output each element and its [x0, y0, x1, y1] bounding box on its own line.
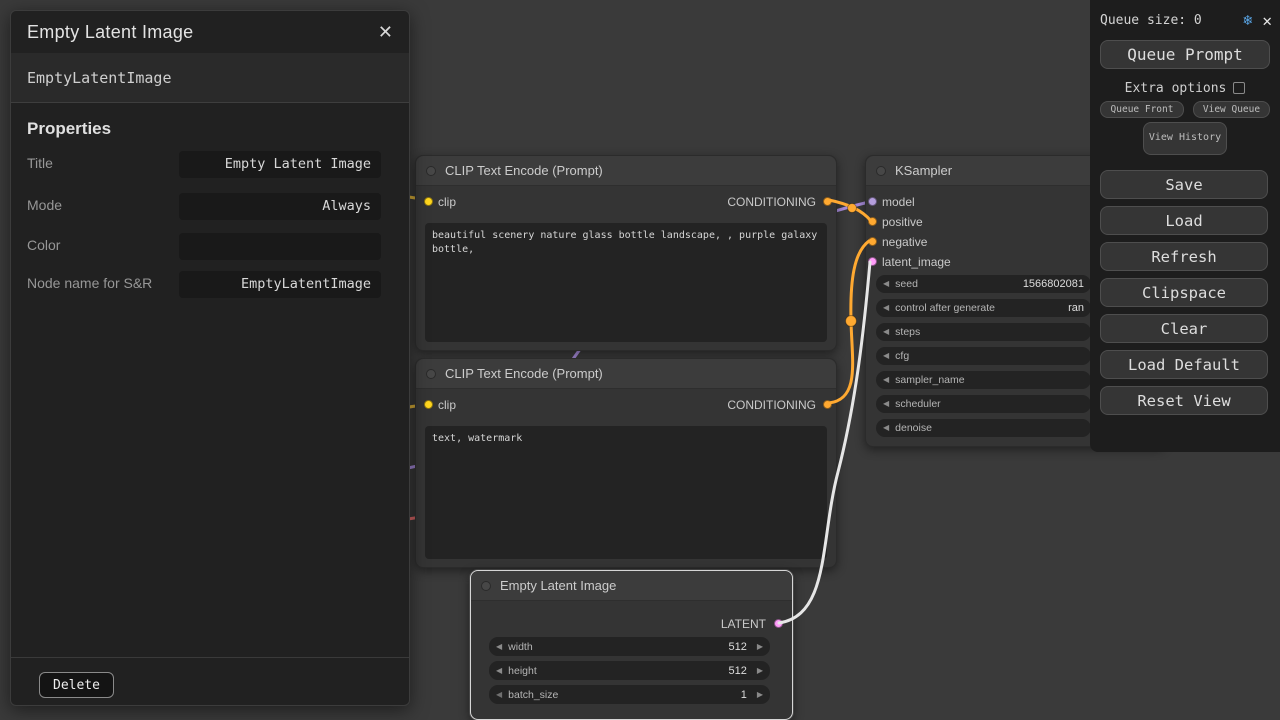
- model-input-slot[interactable]: [868, 197, 877, 206]
- view-queue-button[interactable]: View Queue: [1193, 101, 1270, 118]
- node-title: KSampler: [895, 163, 952, 178]
- node-header[interactable]: CLIP Text Encode (Prompt): [416, 359, 836, 389]
- arrow-left-icon[interactable]: ◀: [496, 691, 502, 699]
- collapse-dot-icon[interactable]: [426, 369, 436, 379]
- queue-front-button[interactable]: Queue Front: [1100, 101, 1184, 118]
- node-title: CLIP Text Encode (Prompt): [445, 163, 603, 178]
- arrow-left-icon[interactable]: ◀: [883, 304, 889, 312]
- arrow-left-icon[interactable]: ◀: [496, 643, 502, 651]
- arrow-left-icon[interactable]: ◀: [883, 424, 889, 432]
- seed-widget[interactable]: ◀ seed 1566802081: [876, 275, 1091, 293]
- width-widget[interactable]: ◀ width 512 ▶: [489, 637, 770, 656]
- properties-panel: Empty Latent Image ✕ EmptyLatentImage Pr…: [10, 10, 410, 706]
- close-icon[interactable]: ✕: [1262, 11, 1272, 30]
- node-name-sr-input[interactable]: EmptyLatentImage: [179, 271, 381, 298]
- arrow-right-icon[interactable]: ▶: [757, 643, 763, 651]
- view-history-button[interactable]: View History: [1143, 122, 1227, 155]
- node-title: Empty Latent Image: [500, 578, 616, 593]
- refresh-button[interactable]: Refresh: [1100, 242, 1268, 271]
- title-input[interactable]: Empty Latent Image: [179, 151, 381, 178]
- scheduler-widget[interactable]: ◀ scheduler: [876, 395, 1091, 413]
- height-widget[interactable]: ◀ height 512 ▶: [489, 661, 770, 680]
- graph-canvas[interactable]: CLIP Text Encode (Prompt) clip CONDITION…: [0, 0, 1280, 720]
- clip-input-label: clip: [438, 398, 456, 412]
- clip-input-slot[interactable]: [424, 197, 433, 206]
- queue-prompt-button[interactable]: Queue Prompt: [1100, 40, 1270, 69]
- collapse-dot-icon[interactable]: [481, 581, 491, 591]
- panel-title: Empty Latent Image: [27, 22, 194, 43]
- prompt-text-widget[interactable]: beautiful scenery nature glass bottle la…: [425, 223, 827, 342]
- settings-snowflake-icon[interactable]: ❄: [1243, 11, 1252, 29]
- conditioning-output-label: CONDITIONING: [727, 195, 816, 209]
- delete-button[interactable]: Delete: [39, 672, 114, 698]
- negative-input-label: negative: [882, 235, 927, 249]
- batch-size-widget[interactable]: ◀ batch_size 1 ▶: [489, 685, 770, 704]
- extra-options-row: Extra options: [1100, 79, 1270, 97]
- arrow-left-icon[interactable]: ◀: [883, 280, 889, 288]
- extra-options-checkbox[interactable]: [1233, 82, 1245, 94]
- arrow-left-icon[interactable]: ◀: [883, 400, 889, 408]
- arrow-left-icon[interactable]: ◀: [883, 352, 889, 360]
- load-button[interactable]: Load: [1100, 206, 1268, 235]
- arrow-left-icon[interactable]: ◀: [883, 328, 889, 336]
- node-title: CLIP Text Encode (Prompt): [445, 366, 603, 381]
- arrow-left-icon[interactable]: ◀: [883, 376, 889, 384]
- negative-input-slot[interactable]: [868, 237, 877, 246]
- field-title: Title Empty Latent Image: [27, 150, 381, 178]
- conditioning-output-slot[interactable]: [823, 400, 832, 409]
- denoise-widget[interactable]: ◀ denoise: [876, 419, 1091, 437]
- collapse-dot-icon[interactable]: [876, 166, 886, 176]
- divider: [11, 657, 409, 658]
- arrow-right-icon[interactable]: ▶: [757, 667, 763, 675]
- properties-titlebar: Empty Latent Image ✕: [11, 11, 409, 53]
- wire-midpoint-dot: [846, 316, 857, 327]
- mode-input[interactable]: Always: [179, 193, 381, 220]
- wire-midpoint-dot: [848, 204, 857, 213]
- cfg-widget[interactable]: ◀ cfg: [876, 347, 1091, 365]
- color-input[interactable]: [179, 233, 381, 260]
- reset-view-button[interactable]: Reset View: [1100, 386, 1268, 415]
- prompt-text-widget[interactable]: text, watermark: [425, 426, 827, 559]
- model-input-label: model: [882, 195, 915, 209]
- arrow-right-icon[interactable]: ▶: [757, 691, 763, 699]
- clip-input-slot[interactable]: [424, 400, 433, 409]
- field-color: Color: [27, 232, 381, 260]
- latent-output-label: LATENT: [721, 617, 766, 631]
- node-clip-text-encode-negative[interactable]: CLIP Text Encode (Prompt) clip CONDITION…: [415, 358, 837, 568]
- steps-widget[interactable]: ◀ steps: [876, 323, 1091, 341]
- clipspace-button[interactable]: Clipspace: [1100, 278, 1268, 307]
- clip-input-label: clip: [438, 195, 456, 209]
- arrow-left-icon[interactable]: ◀: [496, 667, 502, 675]
- load-default-button[interactable]: Load Default: [1100, 350, 1268, 379]
- latent-output-slot[interactable]: [774, 619, 783, 628]
- close-icon[interactable]: ✕: [378, 22, 393, 43]
- node-header[interactable]: Empty Latent Image: [471, 571, 792, 601]
- field-node-name-sr: Node name for S&R EmptyLatentImage: [27, 270, 381, 298]
- node-header[interactable]: CLIP Text Encode (Prompt): [416, 156, 836, 186]
- extra-options-label: Extra options: [1125, 81, 1227, 96]
- clear-button[interactable]: Clear: [1100, 314, 1268, 343]
- queue-size-label: Queue size: 0: [1100, 13, 1202, 28]
- positive-input-slot[interactable]: [868, 217, 877, 226]
- comfy-menu: Queue size: 0 ❄ ✕ Queue Prompt Extra opt…: [1090, 0, 1280, 452]
- node-type-label: EmptyLatentImage: [27, 69, 172, 87]
- node-clip-text-encode-positive[interactable]: CLIP Text Encode (Prompt) clip CONDITION…: [415, 155, 837, 351]
- properties-heading: Properties: [27, 119, 111, 139]
- latent-image-input-label: latent_image: [882, 255, 951, 269]
- sampler-name-widget[interactable]: ◀ sampler_name: [876, 371, 1091, 389]
- save-button[interactable]: Save: [1100, 170, 1268, 199]
- node-type-row: EmptyLatentImage: [11, 53, 409, 103]
- positive-input-label: positive: [882, 215, 923, 229]
- field-mode: Mode Always: [27, 192, 381, 220]
- latent-image-input-slot[interactable]: [868, 257, 877, 266]
- control-after-generate-widget[interactable]: ◀ control after generate ran: [876, 299, 1091, 317]
- node-empty-latent-image[interactable]: Empty Latent Image LATENT ◀ width 512 ▶ …: [470, 570, 793, 720]
- queue-bar: Queue size: 0 ❄ ✕: [1100, 8, 1272, 32]
- conditioning-output-label: CONDITIONING: [727, 398, 816, 412]
- collapse-dot-icon[interactable]: [426, 166, 436, 176]
- conditioning-output-slot[interactable]: [823, 197, 832, 206]
